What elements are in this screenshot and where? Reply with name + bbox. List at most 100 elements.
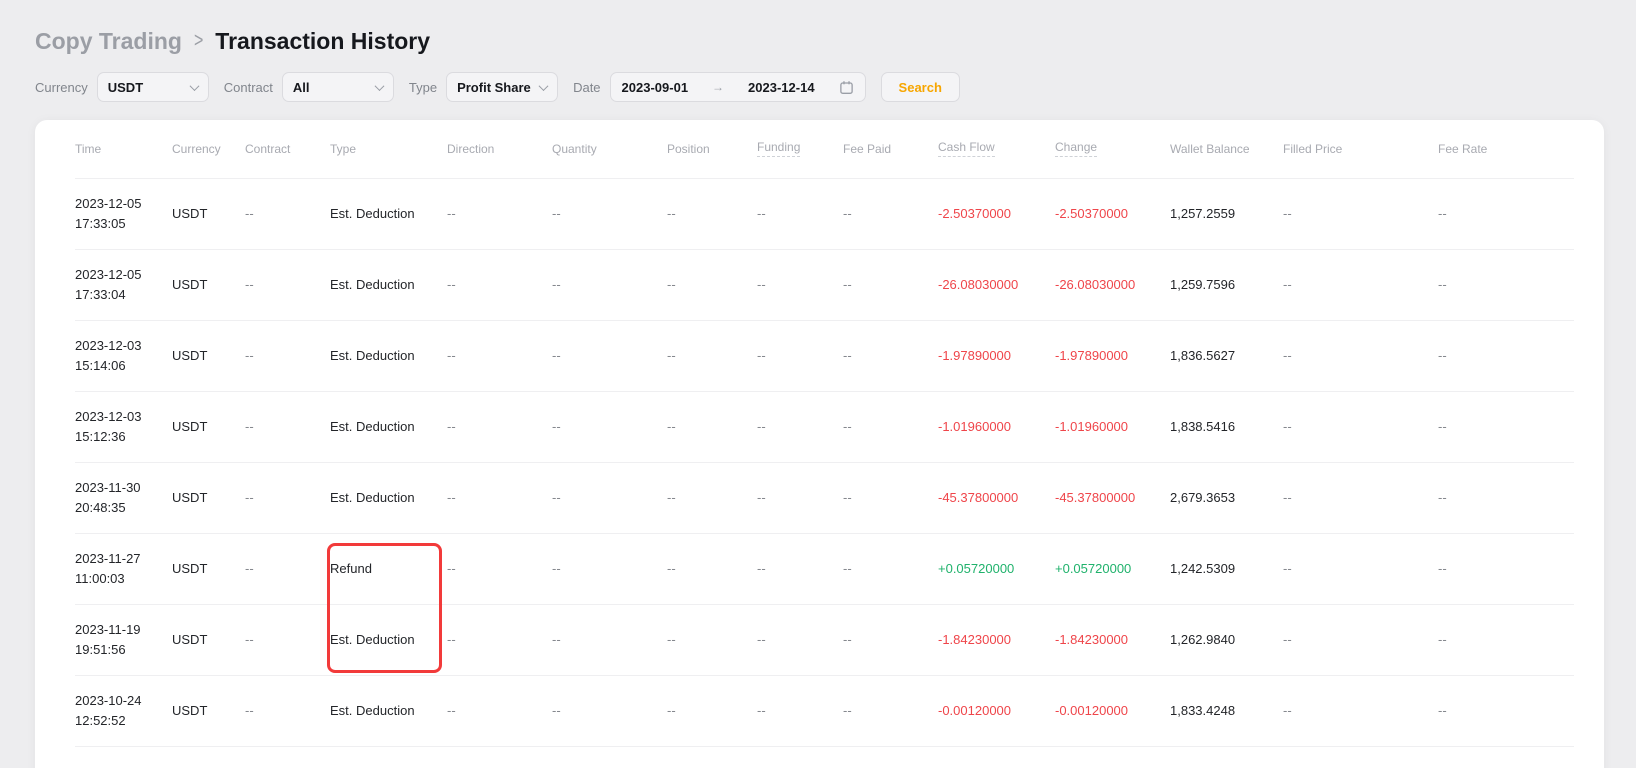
cell-direction: -- <box>447 533 552 604</box>
cell-wallet_balance: 1,259.7596 <box>1170 249 1283 320</box>
table-row: 2023-11-1919:51:56USDT--Est. Deduction--… <box>75 604 1574 675</box>
cell-contract: -- <box>245 675 330 746</box>
cell-fee_paid: -- <box>843 178 938 249</box>
cell-currency: USDT <box>172 391 245 462</box>
cell-filled_price: -- <box>1283 249 1438 320</box>
column-header-direction: Direction <box>447 120 552 178</box>
cell-cash_flow: -2.50370000 <box>938 178 1055 249</box>
cell-fee_rate: -- <box>1438 320 1574 391</box>
cell-time: 2023-11-3020:48:35 <box>75 462 172 533</box>
table-row: 2023-12-0517:33:04USDT--Est. Deduction--… <box>75 249 1574 320</box>
cell-wallet_balance: 1,242.5309 <box>1170 533 1283 604</box>
table-row: 2023-12-0315:14:06USDT--Est. Deduction--… <box>75 320 1574 391</box>
date-filter-label: Date <box>573 80 600 95</box>
cell-currency: USDT <box>172 604 245 675</box>
currency-select-value: USDT <box>108 80 143 95</box>
cell-funding: -- <box>757 462 843 533</box>
date-start-value: 2023-09-01 <box>622 80 689 95</box>
search-button[interactable]: Search <box>881 72 960 102</box>
column-header-position: Position <box>667 120 757 178</box>
cell-fee_paid: -- <box>843 604 938 675</box>
cell-fee_rate: -- <box>1438 604 1574 675</box>
cell-cash_flow: -1.01960000 <box>938 391 1055 462</box>
breadcrumb: Copy Trading > Transaction History <box>35 28 1636 55</box>
cell-fee_rate: -- <box>1438 675 1574 746</box>
cell-type: Est. Deduction <box>330 604 447 675</box>
column-header-fee_paid: Fee Paid <box>843 120 938 178</box>
cell-position: -- <box>667 462 757 533</box>
cell-funding: -- <box>757 604 843 675</box>
cell-contract: -- <box>245 533 330 604</box>
column-header-filled_price: Filled Price <box>1283 120 1438 178</box>
cell-change: -1.97890000 <box>1055 320 1170 391</box>
cell-change: -1.01960000 <box>1055 391 1170 462</box>
cell-fee_rate: -- <box>1438 178 1574 249</box>
calendar-icon <box>839 80 854 95</box>
cell-change: +0.05720000 <box>1055 533 1170 604</box>
cell-contract: -- <box>245 249 330 320</box>
table-row: 2023-12-0315:12:36USDT--Est. Deduction--… <box>75 391 1574 462</box>
cell-currency: USDT <box>172 320 245 391</box>
cell-quantity: -- <box>552 249 667 320</box>
date-end-value: 2023-12-14 <box>748 80 815 95</box>
cell-cash_flow: -0.00120000 <box>938 675 1055 746</box>
transactions-table: TimeCurrencyContractTypeDirectionQuantit… <box>75 120 1574 747</box>
column-header-change: Change <box>1055 120 1170 178</box>
type-filter-label: Type <box>409 80 437 95</box>
cell-contract: -- <box>245 391 330 462</box>
cell-direction: -- <box>447 178 552 249</box>
cell-fee_paid: -- <box>843 391 938 462</box>
cell-contract: -- <box>245 604 330 675</box>
breadcrumb-copy-trading[interactable]: Copy Trading <box>35 28 182 55</box>
cell-direction: -- <box>447 391 552 462</box>
cell-fee_rate: -- <box>1438 462 1574 533</box>
cell-direction: -- <box>447 604 552 675</box>
cell-time: 2023-11-1919:51:56 <box>75 604 172 675</box>
cell-change: -45.37800000 <box>1055 462 1170 533</box>
cell-filled_price: -- <box>1283 320 1438 391</box>
column-header-type: Type <box>330 120 447 178</box>
contract-select[interactable]: All <box>282 72 394 102</box>
cell-funding: -- <box>757 391 843 462</box>
cell-fee_paid: -- <box>843 320 938 391</box>
currency-filter-label: Currency <box>35 80 88 95</box>
contract-filter-label: Contract <box>224 80 273 95</box>
table-row: 2023-11-3020:48:35USDT--Est. Deduction--… <box>75 462 1574 533</box>
cell-position: -- <box>667 178 757 249</box>
cell-contract: -- <box>245 178 330 249</box>
date-range-picker[interactable]: 2023-09-01 → 2023-12-14 <box>610 72 866 102</box>
cell-cash_flow: -1.97890000 <box>938 320 1055 391</box>
cell-quantity: -- <box>552 178 667 249</box>
type-select[interactable]: Profit Share <box>446 72 558 102</box>
cell-cash_flow: -45.37800000 <box>938 462 1055 533</box>
chevron-down-icon <box>189 81 199 91</box>
cell-change: -26.08030000 <box>1055 249 1170 320</box>
cell-fee_paid: -- <box>843 675 938 746</box>
cell-time: 2023-12-0315:14:06 <box>75 320 172 391</box>
cell-quantity: -- <box>552 675 667 746</box>
cell-currency: USDT <box>172 533 245 604</box>
transactions-tbody: 2023-12-0517:33:05USDT--Est. Deduction--… <box>75 178 1574 746</box>
cell-filled_price: -- <box>1283 391 1438 462</box>
cell-cash_flow: -26.08030000 <box>938 249 1055 320</box>
column-header-quantity: Quantity <box>552 120 667 178</box>
cell-direction: -- <box>447 462 552 533</box>
cell-time: 2023-12-0315:12:36 <box>75 391 172 462</box>
table-row: 2023-12-0517:33:05USDT--Est. Deduction--… <box>75 178 1574 249</box>
cell-time: 2023-12-0517:33:05 <box>75 178 172 249</box>
cell-fee_paid: -- <box>843 462 938 533</box>
cell-currency: USDT <box>172 675 245 746</box>
cell-cash_flow: -1.84230000 <box>938 604 1055 675</box>
cell-funding: -- <box>757 178 843 249</box>
cell-direction: -- <box>447 675 552 746</box>
cell-wallet_balance: 1,838.5416 <box>1170 391 1283 462</box>
cell-fee_rate: -- <box>1438 249 1574 320</box>
cell-time: 2023-12-0517:33:04 <box>75 249 172 320</box>
currency-select[interactable]: USDT <box>97 72 209 102</box>
cell-quantity: -- <box>552 391 667 462</box>
cell-currency: USDT <box>172 249 245 320</box>
cell-change: -2.50370000 <box>1055 178 1170 249</box>
cell-filled_price: -- <box>1283 533 1438 604</box>
arrow-right-icon: → <box>712 80 724 94</box>
cell-type: Refund <box>330 533 447 604</box>
